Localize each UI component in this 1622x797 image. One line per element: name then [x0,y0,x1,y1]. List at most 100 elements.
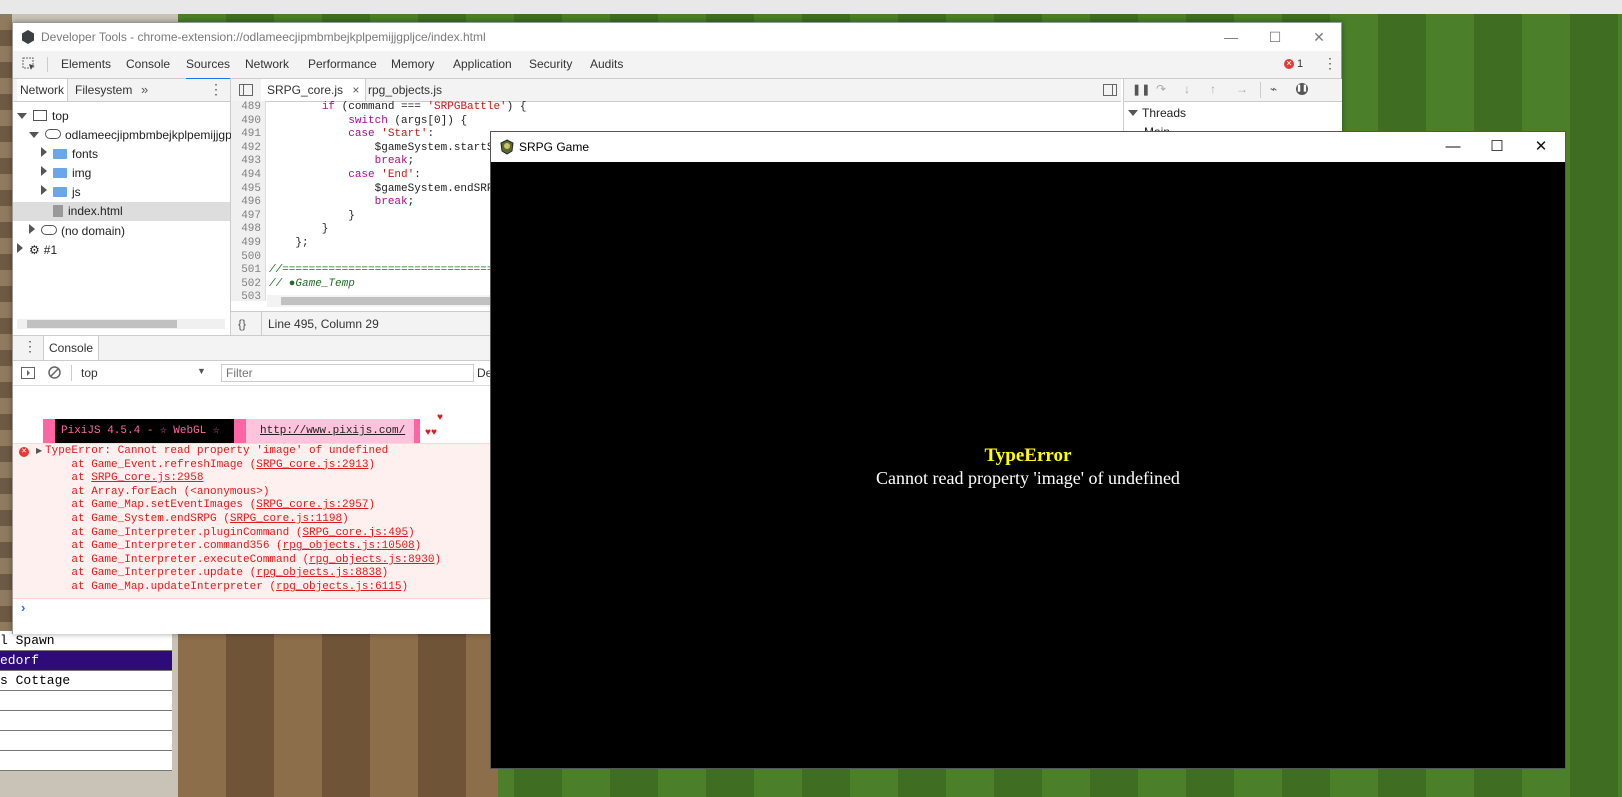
maximize-button[interactable]: ☐ [1253,23,1297,51]
file-tab-srpg-core[interactable]: SRPG_core.js × [261,79,367,101]
source-link[interactable]: SRPG_core.js:2957 [256,499,368,511]
line-number[interactable]: 492 [231,142,265,156]
pixi-url-link[interactable]: http://www.pixijs.com/ [246,419,414,443]
maximize-button[interactable]: ☐ [1475,132,1519,162]
context-selector[interactable]: top [81,366,98,380]
collapsed-arrow-icon [29,224,35,234]
dropdown-arrow-icon[interactable]: ▼ [197,366,206,376]
map-list-item[interactable]: s Cottage [0,671,172,691]
deactivate-breakpoints-icon[interactable]: ⌁ [1270,82,1277,96]
map-list-item[interactable]: l Spawn [0,631,172,651]
map-list-item-empty[interactable] [0,691,172,711]
kebab-menu-icon[interactable]: ⋮ [1323,55,1337,72]
close-tab-icon[interactable]: × [352,83,359,97]
line-number[interactable]: 495 [231,183,265,197]
tree-extension[interactable]: odlameecjipmbmbejkplpemijjgplj [29,126,237,145]
horizontal-scrollbar[interactable] [17,319,225,329]
minimize-button[interactable]: — [1431,132,1475,162]
collapsed-arrow-icon [17,243,23,253]
inspect-element-icon[interactable] [22,57,36,71]
tab-audits[interactable]: Audits [590,51,623,78]
console-filter-input[interactable] [221,364,474,382]
close-button[interactable]: ✕ [1519,132,1563,162]
line-number[interactable]: 491 [231,128,265,142]
console-error-message[interactable]: ✕ ▶ TypeError: Cannot read property 'ima… [13,443,491,599]
tab-elements[interactable]: Elements [61,51,111,78]
source-link[interactable]: rpg_objects.js:6115 [276,581,401,593]
tree-worker[interactable]: ⚙ #1 [17,241,57,260]
tab-network[interactable]: Network [245,51,289,78]
step-into-icon[interactable]: ↓ [1184,82,1190,96]
devtools-titlebar: Developer Tools - chrome-extension://odl… [13,23,1341,51]
stack-frame: at Game_Interpreter.pluginCommand (SRPG_… [45,526,415,539]
stack-frame: at Game_Map.setEventImages (SRPG_core.js… [45,499,376,512]
tree-folder-img[interactable]: img [41,164,91,183]
console-prompt[interactable]: › [21,600,25,615]
line-number[interactable]: 498 [231,223,265,237]
tab-performance[interactable]: Performance [308,51,377,78]
line-number[interactable]: 502 [231,278,265,292]
pause-on-exceptions-icon[interactable]: ❚❚ [1296,83,1308,95]
tab-application[interactable]: Application [453,51,512,78]
step-out-icon[interactable]: ↑ [1210,82,1216,96]
source-link[interactable]: SRPG_core.js:1198 [230,513,342,525]
tree-label: js [72,185,81,199]
minimize-button[interactable]: — [1209,23,1253,51]
tree-file-index[interactable]: index.html [13,202,230,221]
tab-sources[interactable]: Sources [186,51,231,80]
nav-tab-filesystem[interactable]: Filesystem [75,79,132,101]
drawer-tab-console[interactable]: Console [43,336,100,360]
source-link[interactable]: rpg_objects.js:10508 [283,540,415,552]
file-tab-rpg-objects[interactable]: rpg_objects.js [368,79,442,101]
banner-stripe [43,419,55,443]
line-number[interactable]: 493 [231,155,265,169]
console-sidebar-icon[interactable] [21,367,35,379]
source-link[interactable]: rpg_objects.js:8930 [309,554,434,566]
line-number[interactable]: 494 [231,169,265,183]
line-number[interactable]: 489 [231,101,265,115]
line-number[interactable]: 501 [231,264,265,278]
toggle-debugger-icon[interactable] [1103,84,1117,96]
line-number[interactable]: 503 [231,291,265,305]
map-list-item-empty[interactable] [0,711,172,731]
tree-folder-fonts[interactable]: fonts [41,145,98,164]
line-number[interactable]: 499 [231,237,265,251]
tree-folder-js[interactable]: js [41,183,81,202]
error-icon[interactable]: ✕ [1284,59,1294,69]
threads-section[interactable]: Threads [1128,106,1186,120]
file-tab-label: SRPG_core.js [267,83,344,97]
line-number[interactable]: 490 [231,115,265,129]
source-link[interactable]: SRPG_core.js:2958 [91,472,203,484]
source-link[interactable]: SRPG_core.js:2913 [256,459,368,471]
navigator-menu-icon[interactable]: ⋮ [209,81,223,98]
pause-icon[interactable]: ❚❚ [1132,83,1150,96]
expand-arrow-icon[interactable]: ▶ [36,446,42,455]
source-link[interactable]: SRPG_core.js:495 [302,527,408,539]
expanded-arrow-icon [29,132,39,138]
map-list-item-selected[interactable]: edorf [0,651,172,671]
close-button[interactable]: ✕ [1297,23,1341,51]
tree-top[interactable]: top [17,107,69,126]
tab-console[interactable]: Console [126,51,170,78]
game-window: SRPG Game — ☐ ✕ TypeError Cannot read pr… [490,131,1566,769]
map-list-item-empty[interactable] [0,731,172,751]
line-number[interactable]: 497 [231,210,265,224]
step-icon[interactable]: → [1236,82,1248,96]
clear-console-icon[interactable] [48,366,61,379]
pretty-print-button[interactable]: {} [238,317,246,331]
tree-label: index.html [68,204,123,218]
line-number[interactable]: 500 [231,251,265,265]
map-list-item-empty[interactable] [0,751,172,771]
error-count[interactable]: 1 [1297,58,1303,70]
toggle-navigator-icon[interactable] [239,84,253,96]
tree-label: fonts [72,147,99,161]
tree-no-domain[interactable]: (no domain) [29,222,125,241]
step-over-icon[interactable]: ↷ [1156,82,1166,96]
source-link[interactable]: rpg_objects.js:8838 [256,567,381,579]
drawer-menu-icon[interactable]: ⋮ [23,338,37,355]
more-tabs-icon[interactable]: » [141,79,148,101]
line-number[interactable]: 496 [231,196,265,210]
tab-security[interactable]: Security [529,51,572,78]
tab-memory[interactable]: Memory [391,51,434,78]
nav-tab-network[interactable]: Network [17,79,69,101]
